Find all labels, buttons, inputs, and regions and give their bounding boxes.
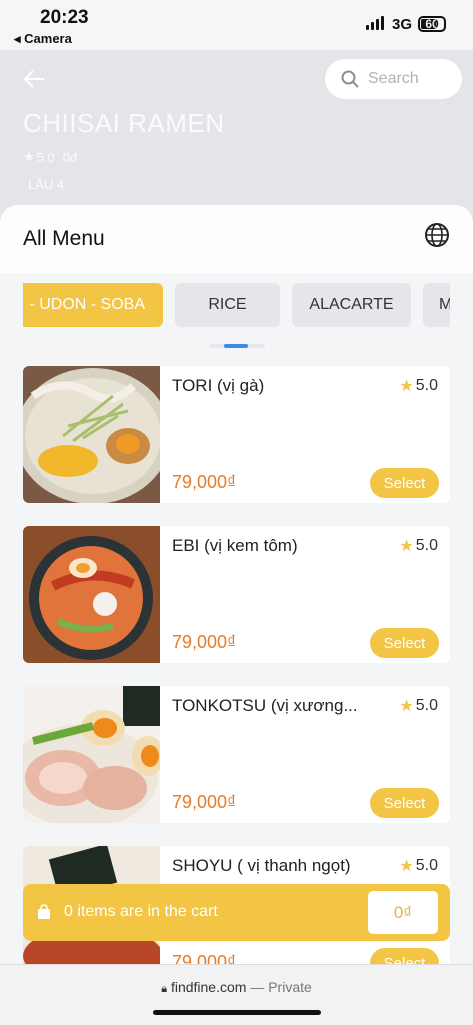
back-to-camera-link[interactable]: ◂ Camera xyxy=(14,31,72,47)
star-icon: ★ xyxy=(399,538,414,555)
menu-item-card[interactable]: TONKOTSU (vị xương... ★ 5.0 79,000₫ Sele… xyxy=(23,686,450,823)
star-icon: ★ xyxy=(399,378,414,395)
browser-address-bar[interactable]: 🔒︎ findfine.com — Private xyxy=(0,964,473,1025)
menu-item-card[interactable]: TORI (vị gà) ★ 5.0 79,000₫ Select xyxy=(23,366,450,503)
dish-photo-tori xyxy=(23,366,160,503)
shop-floor: LẦU 4 xyxy=(28,177,65,192)
language-globe-icon[interactable] xyxy=(424,222,450,248)
private-mode-label: — Private xyxy=(250,979,312,995)
category-tabs: - UDON - SOBA RICE ALACARTE M xyxy=(23,283,450,327)
dish-rating-value: 5.0 xyxy=(415,377,438,394)
dish-price: 79,000₫ xyxy=(172,792,237,812)
dish-rating-value: 5.0 xyxy=(415,697,438,714)
search-input[interactable]: Search xyxy=(325,59,462,99)
status-time: 20:23 xyxy=(40,7,89,28)
signal-icon xyxy=(366,16,384,30)
dish-name: TONKOTSU (vị xương... xyxy=(172,696,358,715)
dish-photo-ebi xyxy=(23,526,160,663)
search-placeholder: Search xyxy=(368,70,419,87)
dish-name: TORI (vị gà) xyxy=(172,376,265,395)
select-button[interactable]: Select xyxy=(370,628,439,658)
lock-icon: 🔒︎ xyxy=(161,983,168,995)
battery-level: 60 xyxy=(425,17,439,31)
status-bar: 20:23 ◂ Camera 3G 60 xyxy=(0,0,473,50)
shop-rating: ★ 5.0 0đ xyxy=(23,149,77,165)
shop-rating-value: 5.0 xyxy=(36,149,55,165)
network-type: 3G xyxy=(392,16,413,33)
dish-photo-tonkotsu xyxy=(23,686,160,823)
tab-more[interactable]: M xyxy=(423,283,450,327)
dish-name: EBI (vị kem tôm) xyxy=(172,536,298,555)
shop-name: CHIISAI RAMEN xyxy=(23,108,225,138)
star-icon: ★ xyxy=(399,858,414,875)
back-arrow-icon[interactable] xyxy=(22,68,46,90)
select-button[interactable]: Select xyxy=(370,788,439,818)
menu-title: All Menu xyxy=(23,227,105,250)
dish-rating: ★ 5.0 xyxy=(399,376,438,396)
home-indicator[interactable] xyxy=(153,1010,321,1015)
tab-alacarte[interactable]: ALACARTE xyxy=(292,283,411,327)
url-line: 🔒︎ findfine.com — Private xyxy=(0,979,473,996)
dish-price: 79,000₫ xyxy=(172,632,237,652)
dish-rating: ★ 5.0 xyxy=(399,696,438,716)
url-domain: findfine.com xyxy=(170,979,247,995)
dish-rating-value: 5.0 xyxy=(415,537,438,554)
dish-rating: ★ 5.0 xyxy=(399,856,438,876)
battery-icon: 60 xyxy=(418,16,446,32)
cart-message: 0 items are in the cart xyxy=(64,903,218,920)
tab-rice[interactable]: RICE xyxy=(175,283,280,327)
cart-total[interactable]: 0₫ xyxy=(368,891,438,934)
tabs-scroll-thumb[interactable] xyxy=(224,344,248,348)
search-icon xyxy=(341,70,359,88)
menu-item-card[interactable]: EBI (vị kem tôm) ★ 5.0 79,000₫ Select xyxy=(23,526,450,663)
star-icon: ★ xyxy=(23,149,35,164)
tab-udon-soba[interactable]: - UDON - SOBA xyxy=(23,283,163,327)
dish-name: SHOYU ( vị thanh ngọt) xyxy=(172,856,351,875)
shopping-bag-icon xyxy=(38,904,50,919)
star-icon: ★ xyxy=(399,698,414,715)
cart-bar[interactable]: 0 items are in the cart 0₫ xyxy=(23,884,450,941)
select-button[interactable]: Select xyxy=(370,468,439,498)
shop-review-count: 0đ xyxy=(62,149,78,165)
dish-rating-value: 5.0 xyxy=(415,857,438,874)
dish-price: 79,000₫ xyxy=(172,472,237,492)
dish-rating: ★ 5.0 xyxy=(399,536,438,556)
